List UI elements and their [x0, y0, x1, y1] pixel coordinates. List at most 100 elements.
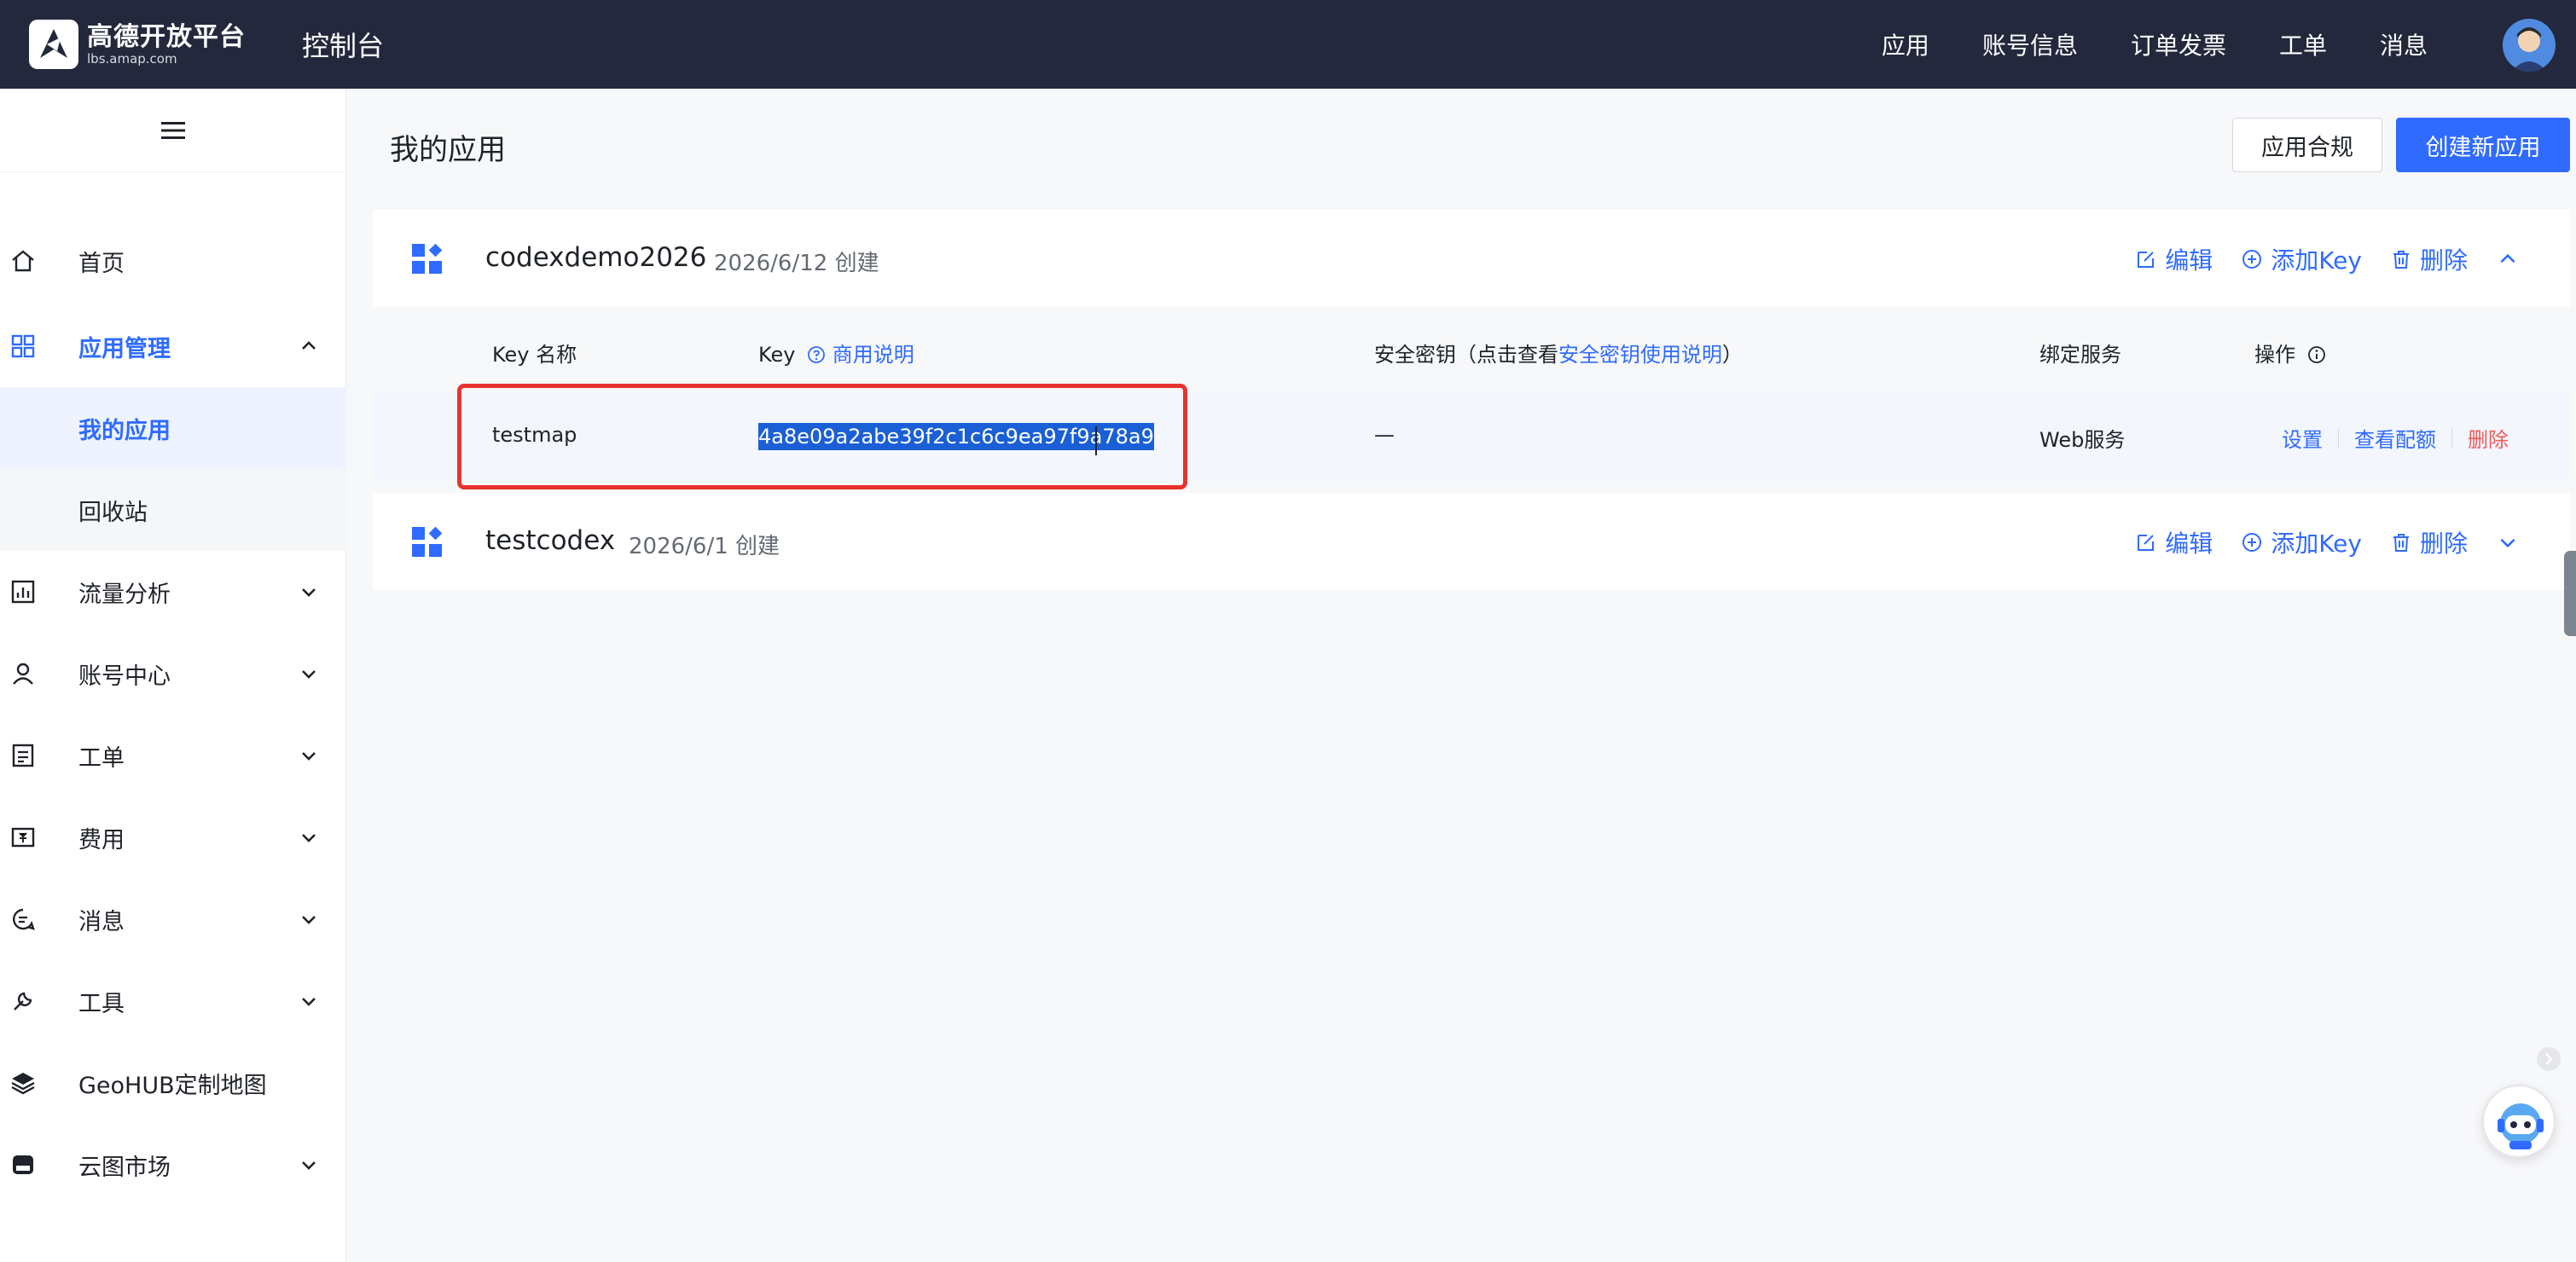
- edit-app-button[interactable]: 编辑: [2136, 525, 2213, 559]
- sidebar-item-tools[interactable]: 工具: [0, 960, 346, 1042]
- key-table-header: Key 名称 Key 商用说明 安全密钥（点击查看安全密钥使用说明） 绑定服务 …: [373, 307, 2570, 392]
- sidebar: 首页 应用管理 我的应用 回收站 流量分析 账号中心 工单 费用 消息 工具 G…: [0, 89, 346, 1262]
- grid-icon: [11, 334, 35, 358]
- sidebar-item-home[interactable]: 首页: [0, 220, 346, 302]
- layers-icon: [11, 1073, 35, 1095]
- secret-cell: —: [1374, 423, 1395, 447]
- logo-subtitle: lbs.amap.com: [87, 50, 177, 67]
- chevron-down-icon: [302, 670, 316, 679]
- console-title: 控制台: [302, 30, 385, 62]
- plus-circle-icon: [2242, 250, 2262, 269]
- app-card: testcodex 2026/6/1 创建 编辑 添加Key 删除: [373, 493, 2570, 590]
- store-icon: [13, 1155, 33, 1174]
- close-icon[interactable]: [2537, 1047, 2561, 1071]
- delete-key-link[interactable]: 删除: [2468, 423, 2509, 453]
- chevron-up-icon: [302, 341, 316, 350]
- top-nav-account[interactable]: 账号信息: [1982, 27, 2078, 61]
- view-quota-link[interactable]: 查看配额: [2354, 423, 2436, 453]
- sidebar-item-ticket[interactable]: 工单: [0, 715, 346, 796]
- top-bar: 高德开放平台 lbs.amap.com 控制台 应用 账号信息 订单发票 工单 …: [0, 0, 2576, 89]
- home-icon: [12, 250, 34, 272]
- sidebar-item-account[interactable]: 账号中心: [0, 633, 346, 715]
- user-icon: [13, 663, 33, 685]
- chevron-down-icon: [302, 998, 316, 1006]
- hamburger-icon: [160, 121, 185, 139]
- logo[interactable]: 高德开放平台 lbs.amap.com: [29, 20, 246, 69]
- app-grid-icon: [412, 527, 443, 557]
- assistant-bot-button[interactable]: [2482, 1085, 2556, 1158]
- divider: [2451, 428, 2452, 448]
- logo-name: 高德开放平台: [87, 21, 246, 52]
- row-operations: 设置 查看配额 删除: [2282, 423, 2509, 453]
- key-settings-link[interactable]: 设置: [2282, 423, 2323, 453]
- chevron-down-icon: [302, 752, 316, 761]
- sidebar-item-recycle-bin[interactable]: 回收站: [0, 469, 346, 551]
- ticket-icon: [12, 744, 34, 767]
- main-content: 我的应用 应用合规 创建新应用 codexdemo2026 2026/6/12 …: [347, 89, 2576, 1262]
- menu-toggle-button[interactable]: [0, 89, 345, 172]
- secret-usage-link[interactable]: 安全密钥使用说明: [1558, 343, 1722, 367]
- amap-logo-icon: [29, 20, 78, 69]
- app-grid-icon: [412, 244, 443, 274]
- top-nav-messages[interactable]: 消息: [2380, 27, 2428, 61]
- edit-icon: [2138, 252, 2155, 268]
- top-nav-invoice[interactable]: 订单发票: [2131, 27, 2226, 61]
- col-ops: 操作: [2254, 338, 2326, 368]
- app-created-date: 2026/6/1 创建: [629, 534, 780, 559]
- app-compliance-button[interactable]: 应用合规: [2232, 118, 2382, 172]
- help-circle-icon: [808, 346, 826, 363]
- divider: [2338, 428, 2339, 448]
- sidebar-item-app-management[interactable]: 应用管理: [0, 305, 346, 387]
- delete-app-button[interactable]: 删除: [2391, 525, 2468, 559]
- top-nav-ticket[interactable]: 工单: [2279, 27, 2327, 61]
- wrench-icon: [14, 992, 32, 1010]
- plus-circle-icon: [2242, 533, 2262, 552]
- col-service: 绑定服务: [2039, 343, 2121, 367]
- avatar[interactable]: [2503, 19, 2556, 72]
- page-title: 我的应用: [390, 133, 506, 167]
- table-row: testmap 4a8e09a2abe39f2c1c6c9ea97f9a78a9…: [373, 392, 2570, 479]
- app-card-header: codexdemo2026 2026/6/12 创建 编辑 添加Key 删除: [373, 210, 2570, 307]
- commercial-note-link[interactable]: 商用说明: [833, 343, 914, 367]
- info-icon: [2307, 346, 2325, 363]
- create-app-button[interactable]: 创建新应用: [2396, 118, 2570, 172]
- chevron-down-icon: [302, 1161, 316, 1170]
- chevron-down-icon: [302, 588, 316, 597]
- side-drawer-handle[interactable]: [2564, 551, 2576, 636]
- top-nav: 应用 账号信息 订单发票 工单 消息: [1829, 0, 2428, 89]
- add-key-button[interactable]: 添加Key: [2242, 242, 2362, 276]
- text-cursor-icon: [1095, 426, 1097, 455]
- edit-icon: [2138, 535, 2155, 551]
- app-created-date: 2026/6/12 创建: [714, 251, 879, 276]
- key-table: Key 名称 Key 商用说明 安全密钥（点击查看安全密钥使用说明） 绑定服务 …: [373, 307, 2570, 479]
- col-secret: 安全密钥（点击查看安全密钥使用说明）: [1374, 343, 1743, 367]
- chevron-down-icon: [302, 916, 316, 924]
- app-card-header: testcodex 2026/6/1 创建 编辑 添加Key 删除: [373, 493, 2570, 590]
- trash-icon: [2393, 251, 2409, 269]
- message-icon: [13, 908, 35, 930]
- chevron-down-icon: [302, 834, 316, 842]
- col-key: Key 商用说明: [758, 343, 914, 367]
- col-key-name: Key 名称: [492, 343, 577, 367]
- sidebar-item-traffic[interactable]: 流量分析: [0, 551, 346, 633]
- robot-assistant-icon: [2498, 1103, 2544, 1149]
- app-name: codexdemo2026: [485, 242, 707, 273]
- sidebar-item-messages[interactable]: 消息: [0, 878, 346, 960]
- key-name-cell: testmap: [492, 423, 577, 447]
- top-nav-apps[interactable]: 应用: [1882, 27, 1929, 61]
- trash-icon: [2393, 534, 2409, 552]
- chevron-up-icon[interactable]: [2497, 248, 2519, 270]
- sidebar-item-cloud-market[interactable]: 云图市场: [0, 1124, 346, 1206]
- app-name: testcodex: [485, 525, 616, 556]
- add-key-button[interactable]: 添加Key: [2242, 525, 2362, 559]
- service-cell: Web服务: [2039, 428, 2126, 452]
- chevron-down-icon[interactable]: [2497, 531, 2519, 553]
- sidebar-item-billing[interactable]: 费用: [0, 796, 346, 878]
- chart-icon: [11, 580, 35, 604]
- sidebar-item-my-apps[interactable]: 我的应用: [0, 387, 346, 469]
- billing-icon: [11, 827, 35, 848]
- app-card: codexdemo2026 2026/6/12 创建 编辑 添加Key 删除 K…: [373, 210, 2570, 479]
- delete-app-button[interactable]: 删除: [2391, 242, 2468, 276]
- sidebar-item-geohub[interactable]: GeoHUB定制地图: [0, 1042, 346, 1124]
- edit-app-button[interactable]: 编辑: [2136, 242, 2213, 276]
